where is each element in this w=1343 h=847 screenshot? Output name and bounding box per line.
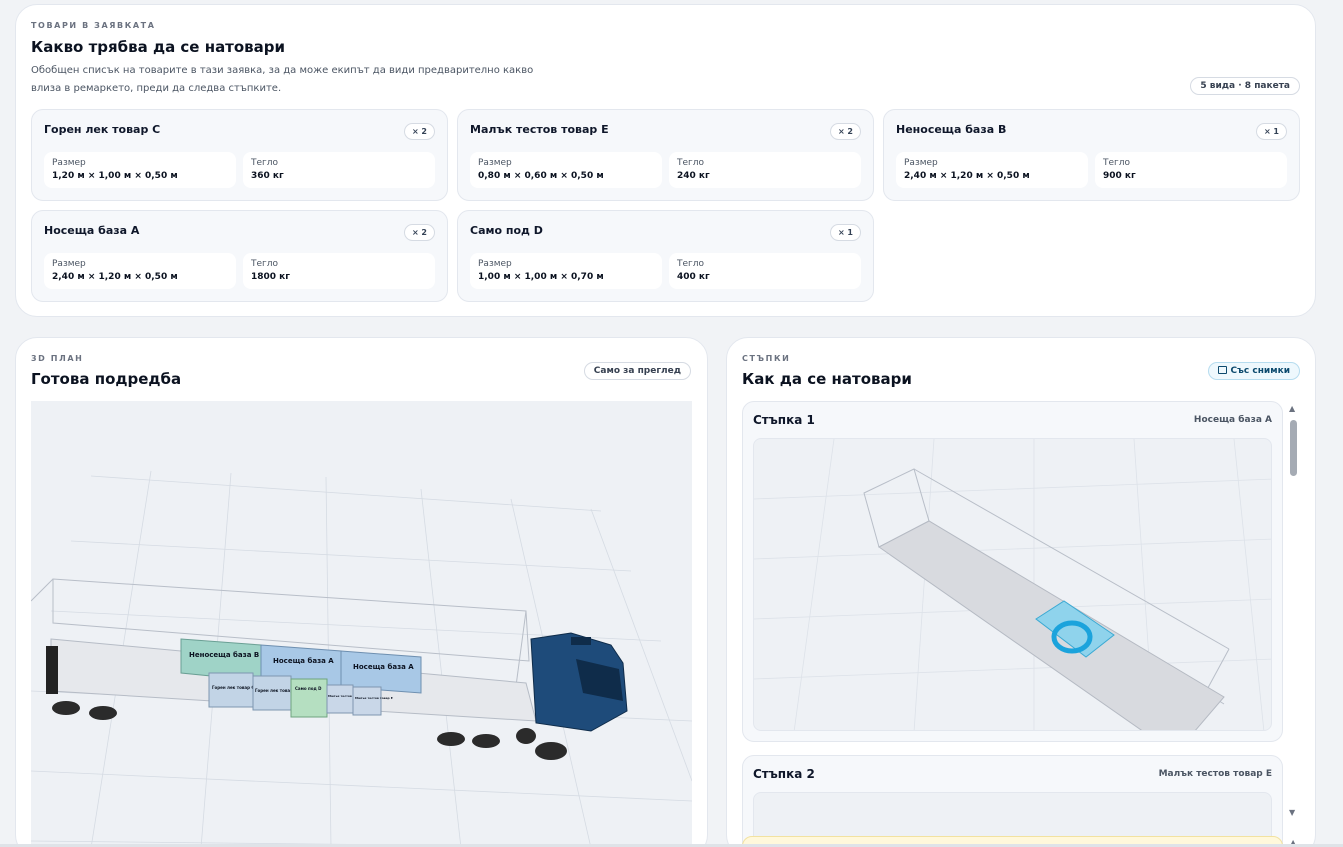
weight-value: 1800 кг	[251, 272, 290, 282]
image-icon	[1217, 366, 1227, 374]
plan-card: 3D ПЛАН Готова подредба Само за преглед	[15, 337, 708, 847]
size-label: Размер	[52, 158, 86, 168]
size-label: Размер	[478, 259, 512, 269]
goods-item: Горен лек товар C × 2 Размер 1,20 м × 1,…	[31, 109, 448, 201]
size-value: 1,20 м × 1,00 м × 0,50 м	[52, 171, 178, 181]
scrollbar-thumb[interactable]	[1290, 420, 1297, 476]
weight-value: 240 кг	[677, 171, 710, 181]
steps-card: СТЪПКИ Как да се натовари Със снимки Стъ…	[726, 337, 1316, 847]
cargo-upper-c-1-label: Горен лек товар C	[212, 685, 254, 690]
size-value: 0,80 м × 0,60 м × 0,50 м	[478, 171, 604, 181]
size-label: Размер	[904, 158, 938, 168]
item-size-box: Размер 0,80 м × 0,60 м × 0,50 м	[470, 152, 662, 188]
goods-item: Само под D × 1 Размер 1,00 м × 1,00 м × …	[457, 210, 874, 302]
item-weight-box: Тегло 1800 кг	[243, 253, 435, 289]
size-value: 1,00 м × 1,00 м × 0,70 м	[478, 272, 604, 282]
item-size-box: Размер 1,00 м × 1,00 м × 0,70 м	[470, 253, 662, 289]
size-value: 2,40 м × 1,20 м × 0,50 м	[904, 171, 1030, 181]
size-label: Размер	[478, 158, 512, 168]
weight-label: Тегло	[251, 158, 279, 168]
cargo-floor-d	[290, 678, 328, 718]
step-1-scene	[754, 439, 1271, 730]
item-name: Горен лек товар C	[44, 123, 161, 136]
item-weight-box: Тегло 900 кг	[1095, 152, 1287, 188]
with-photos-label: Със снимки	[1230, 366, 1290, 376]
item-qty-badge: × 1	[829, 224, 861, 241]
item-name: Неносеща база B	[896, 123, 1007, 136]
item-weight-box: Тегло 360 кг	[243, 152, 435, 188]
with-photos-badge: Със снимки	[1207, 362, 1300, 380]
goods-item: Малък тестов товар E × 2 Размер 0,80 м ×…	[457, 109, 874, 201]
size-label: Размер	[52, 259, 86, 269]
cargo-upper-c-2	[252, 675, 292, 711]
cargo-small-e-2-label: Малък тестов товар E	[355, 696, 393, 700]
goods-card: ТОВАРИ В ЗАЯВКАТА Какво трябва да се нат…	[15, 4, 1316, 317]
cargo-base-a-2-label: Носеща база A	[353, 663, 414, 671]
step-card[interactable]: Стъпка 1 Носеща база A	[742, 401, 1283, 742]
item-weight-box: Тегло 400 кг	[669, 253, 861, 289]
cargo-floor-d-label: Само под D	[295, 686, 322, 691]
weight-label: Тегло	[677, 259, 705, 269]
summary-badge: 5 вида · 8 пакета	[1190, 77, 1300, 95]
item-name: Само под D	[470, 224, 543, 237]
item-qty-badge: × 1	[1255, 123, 1287, 140]
weight-label: Тегло	[677, 158, 705, 168]
weight-label: Тегло	[251, 259, 279, 269]
step-title: Стъпка 2	[753, 767, 815, 781]
step-target: Малък тестов товар E	[1158, 769, 1272, 779]
3d-scene: Неносеща база B Носеща база A Носеща баз…	[31, 470, 692, 847]
item-size-box: Размер 2,40 м × 1,20 м × 0,50 м	[896, 152, 1088, 188]
size-value: 2,40 м × 1,20 м × 0,50 м	[52, 272, 178, 282]
item-qty-badge: × 2	[403, 123, 435, 140]
cargo-small-e-2	[352, 686, 382, 716]
goods-item: Носеща база A × 2 Размер 2,40 м × 1,20 м…	[31, 210, 448, 302]
cargo-small-e-1	[326, 684, 354, 714]
step-1-image	[753, 438, 1272, 731]
trailer-rear-bar	[46, 646, 58, 694]
steps-scrollbar[interactable]: ▲ ▼	[1288, 404, 1298, 818]
goods-title: Какво трябва да се натовари	[31, 38, 286, 56]
weight-value: 900 кг	[1103, 171, 1136, 181]
scroll-down-icon[interactable]: ▼	[1289, 808, 1295, 817]
step-card[interactable]: Стъпка 2 Малък тестов товар E	[742, 755, 1283, 847]
item-qty-badge: × 2	[403, 224, 435, 241]
preview-only-badge: Само за преглед	[583, 362, 691, 380]
truck-cab	[516, 632, 628, 744]
weight-label: Тегло	[1103, 158, 1131, 168]
weight-value: 360 кг	[251, 171, 284, 181]
item-qty-badge: × 2	[829, 123, 861, 140]
goods-description-line2: влиза в ремаркето, преди да следва стъпк…	[31, 83, 282, 94]
weight-value: 400 кг	[677, 272, 710, 282]
goods-description: Обобщен списък на товарите в тази заявка…	[31, 62, 631, 98]
goods-item: Неносеща база B × 1 Размер 2,40 м × 1,20…	[883, 109, 1300, 201]
item-size-box: Размер 1,20 м × 1,00 м × 0,50 м	[44, 152, 236, 188]
3d-plan-viewport[interactable]: Неносеща база B Носеща база A Носеща баз…	[31, 401, 692, 847]
steps-eyebrow: СТЪПКИ	[742, 354, 791, 363]
goods-description-line1: Обобщен списък на товарите в тази заявка…	[31, 65, 534, 76]
cargo-base-b-label: Неносеща база B	[189, 651, 259, 659]
item-weight-box: Тегло 240 кг	[669, 152, 861, 188]
steps-title: Как да се натовари	[742, 370, 912, 388]
plan-eyebrow: 3D ПЛАН	[31, 354, 84, 363]
item-size-box: Размер 2,40 м × 1,20 м × 0,50 м	[44, 253, 236, 289]
step-title: Стъпка 1	[753, 413, 815, 427]
scroll-up-icon[interactable]: ▲	[1289, 404, 1295, 413]
step-target: Носеща база A	[1193, 415, 1272, 425]
item-name: Малък тестов товар E	[470, 123, 609, 136]
item-name: Носеща база A	[44, 224, 140, 237]
cargo-base-a-1-label: Носеща база A	[273, 657, 334, 665]
cargo-upper-c-1	[208, 672, 254, 708]
goods-eyebrow: ТОВАРИ В ЗАЯВКАТА	[31, 21, 156, 30]
plan-title: Готова подредба	[31, 370, 182, 388]
